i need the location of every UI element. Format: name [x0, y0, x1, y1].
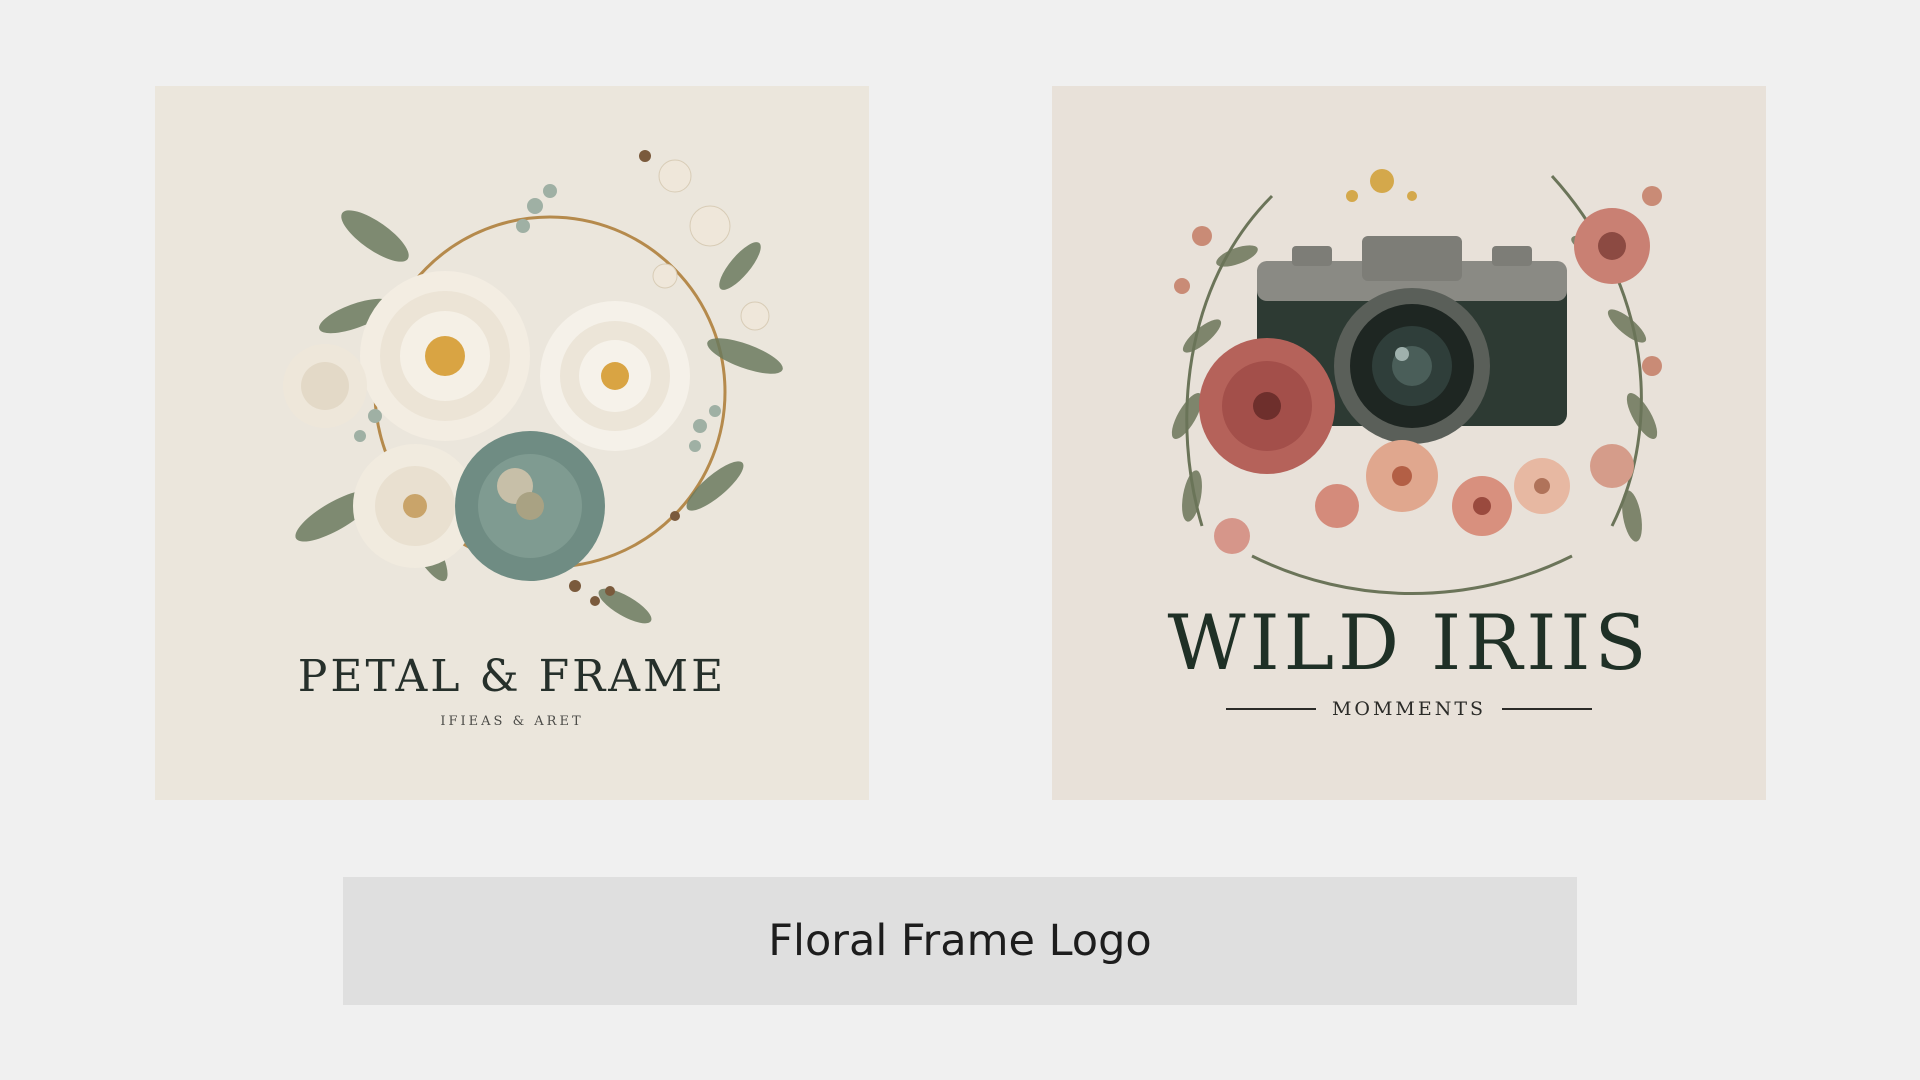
red-flower-large: [1199, 338, 1335, 474]
yellow-blossom: [1346, 169, 1417, 202]
wild-iris-logo-card: WILD IRIIS MOMMENTS: [1052, 86, 1766, 800]
logo-tagline: IFIEAS & ARET: [440, 714, 584, 729]
comparison-stage: PETAL & FRAME IFIEAS & ARET WILD IRIIS M…: [0, 0, 1920, 1080]
divider-line: [1502, 708, 1593, 710]
cream-peony-large: [360, 271, 530, 441]
cream-peony-right: [540, 301, 690, 451]
camera-floral-illustration: [1171, 169, 1662, 595]
logo-tagline: MOMMENTS: [1331, 698, 1487, 720]
logo-title: PETAL & FRAME: [297, 651, 727, 702]
caption-bar: Floral Frame Logo: [343, 877, 1577, 1005]
cream-flower-small: [283, 344, 367, 428]
logo-title: WILD IRIIS: [1167, 598, 1651, 687]
caption-label: Floral Frame Logo: [768, 916, 1152, 966]
petal-frame-logo-card: PETAL & FRAME IFIEAS & ARET: [155, 86, 869, 800]
tagline-row: MOMMENTS: [1052, 698, 1766, 720]
pink-flower-right: [1574, 208, 1650, 284]
sage-flower: [455, 431, 605, 581]
divider-line: [1225, 708, 1316, 710]
